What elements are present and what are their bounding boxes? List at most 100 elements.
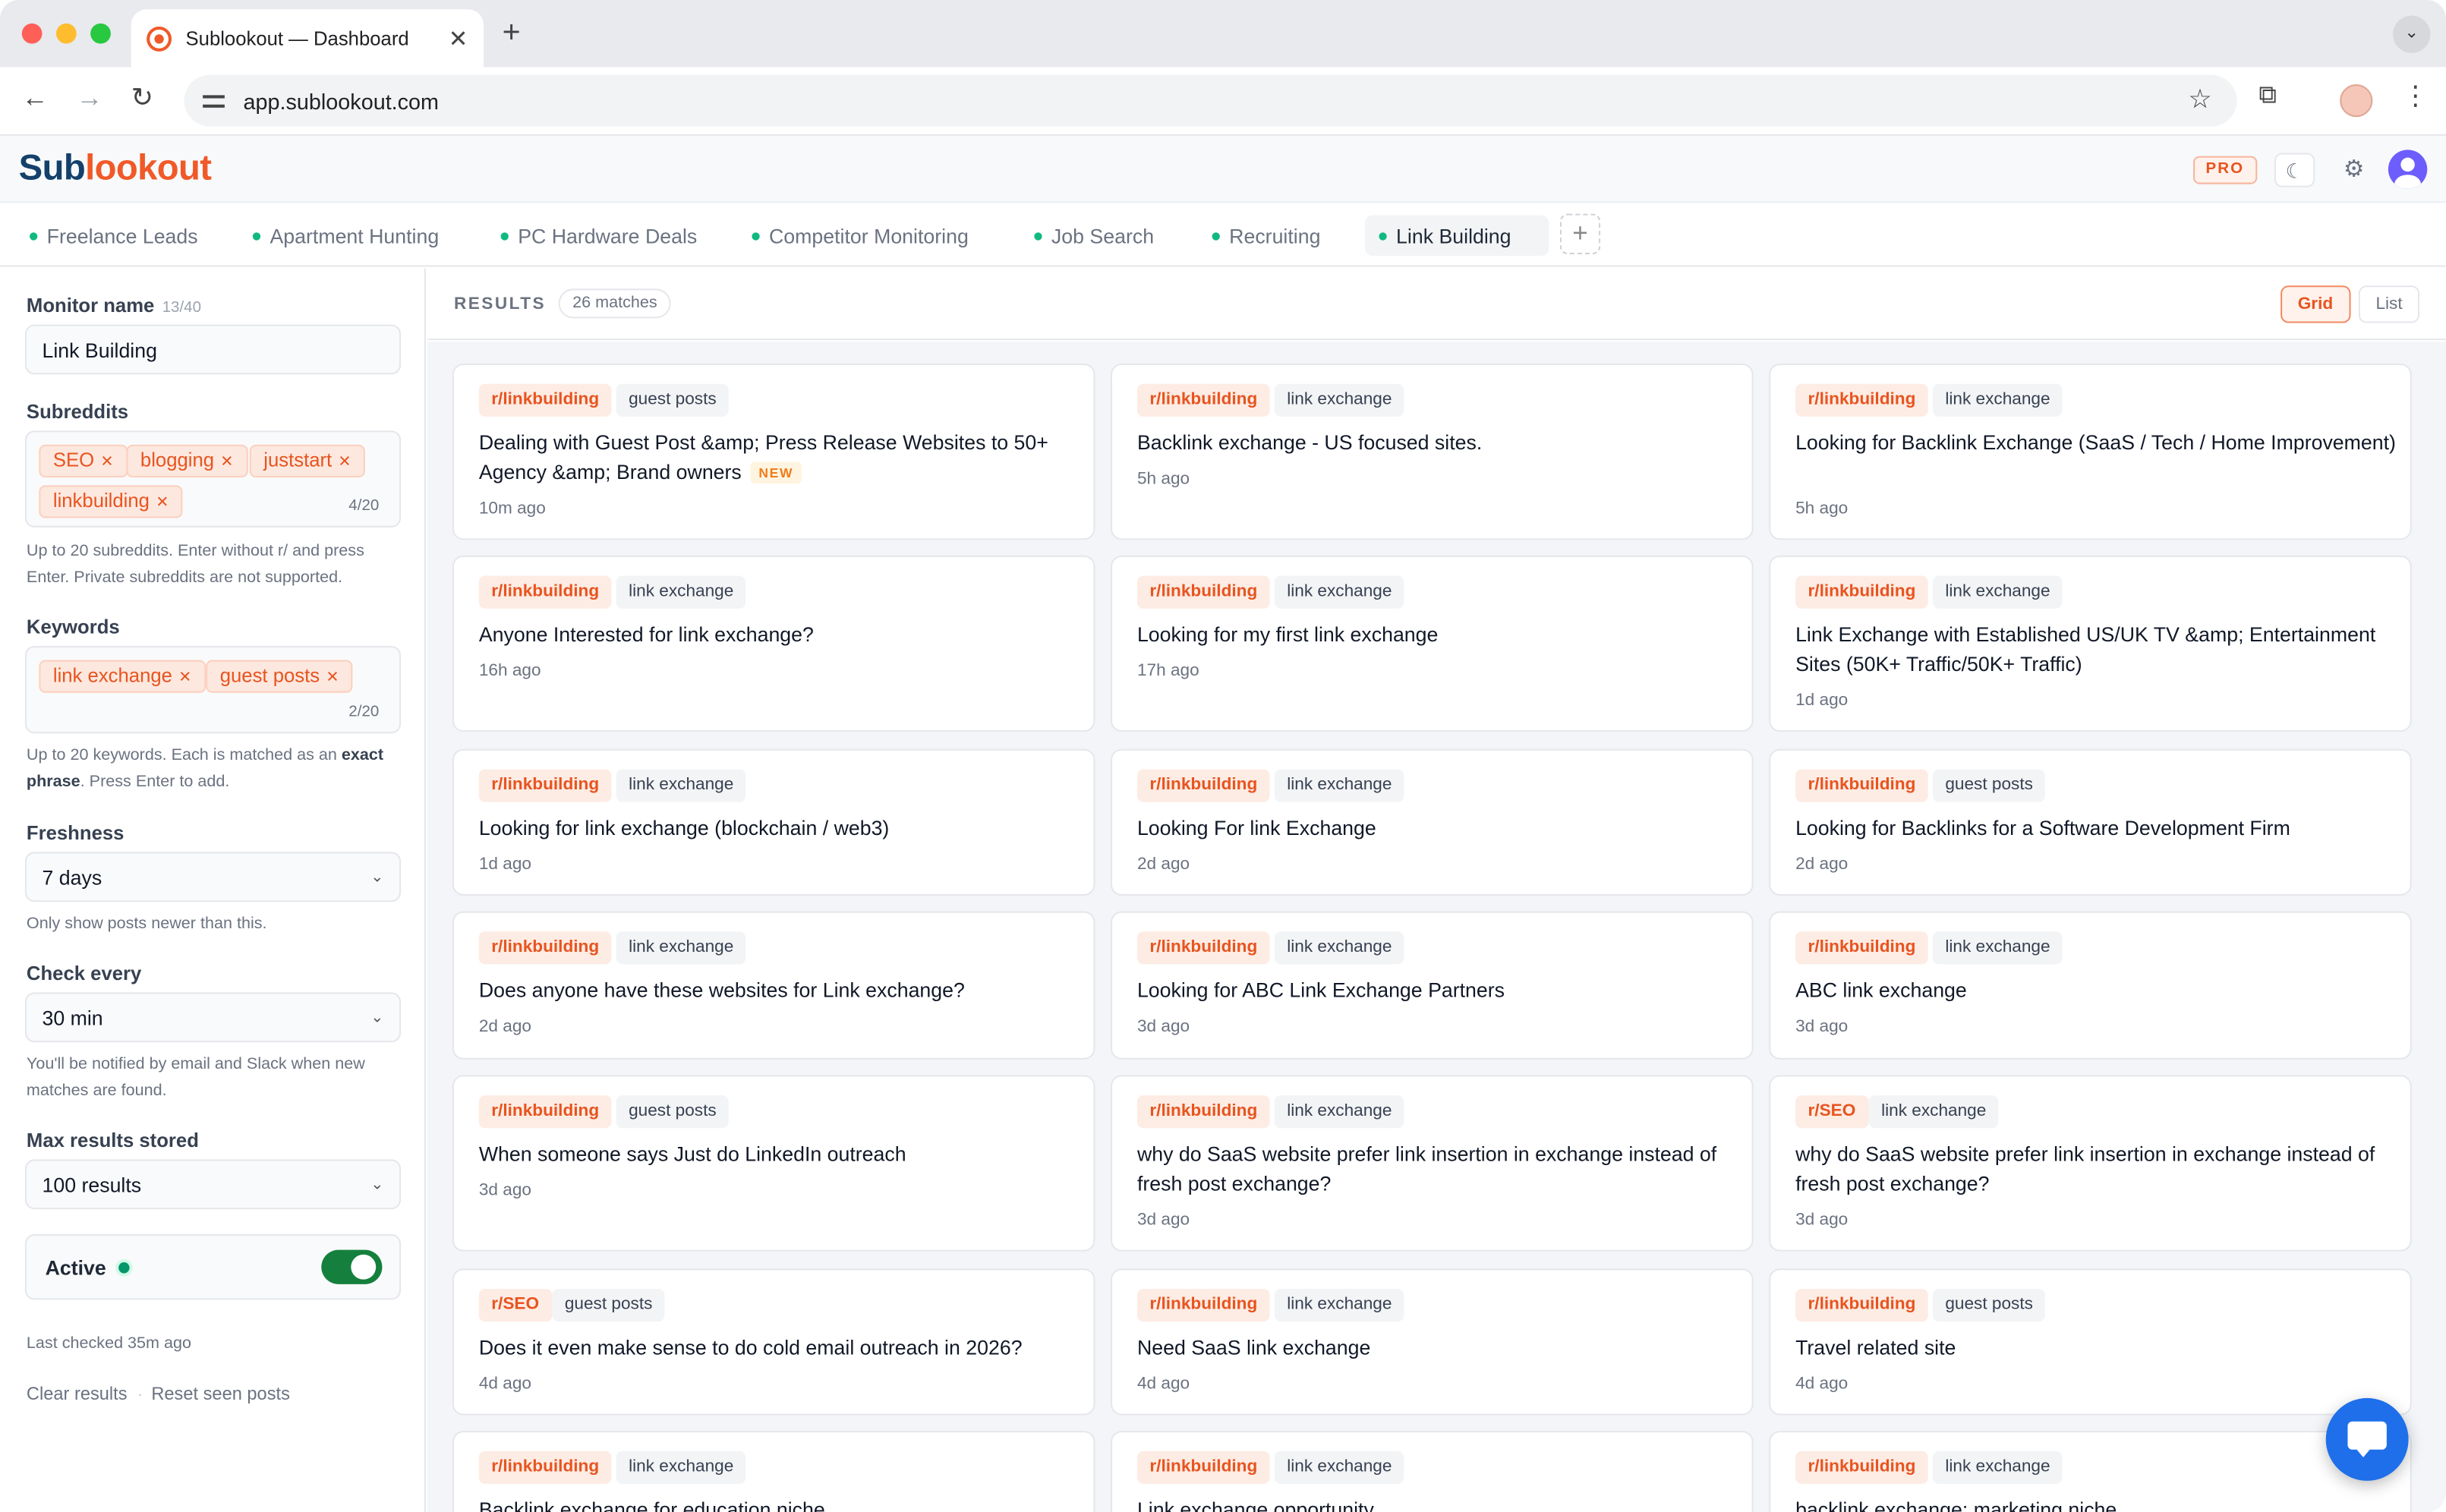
back-button[interactable]: ← <box>22 83 49 114</box>
subreddit-tag[interactable]: r/linkbuilding <box>1136 575 1270 609</box>
result-card[interactable]: r/linkbuilding guest posts Travel related … <box>1769 1268 2412 1416</box>
tab-link-building[interactable]: Link Building <box>1364 215 1549 257</box>
result-card[interactable]: r/linkbuilding link exchange Backlink exch… <box>452 1431 1095 1512</box>
reload-button[interactable]: ↻ <box>131 83 153 114</box>
freshness-select[interactable]: 7 days ⌄ <box>24 852 402 902</box>
bookmark-star-icon[interactable]: ☆ <box>2188 84 2211 115</box>
result-card[interactable]: r/linkbuilding link exchange Anyone Intere… <box>452 555 1095 732</box>
list-view-button[interactable]: List <box>2358 285 2420 323</box>
tab-pc-hardware-deals[interactable]: PC Hardware Deals <box>487 216 711 256</box>
result-card[interactable]: r/linkbuilding link exchange Does anyone h… <box>452 911 1095 1060</box>
minimize-window-button[interactable] <box>55 23 77 44</box>
new-tab-button[interactable]: + <box>503 16 521 52</box>
result-title[interactable]: Looking for link exchange (blockchain / … <box>479 813 1080 843</box>
grid-view-button[interactable]: Grid <box>2281 285 2350 323</box>
theme-toggle-moon-icon[interactable]: ☾ <box>2274 153 2315 187</box>
subreddit-tag[interactable]: r/linkbuilding <box>1795 1289 1928 1322</box>
tab-competitor-monitoring[interactable]: Competitor Monitoring <box>738 216 982 256</box>
result-card[interactable]: r/linkbuilding link exchange Looking for l… <box>452 748 1095 896</box>
result-title[interactable]: Looking for Backlink Exchange (SaaS / Te… <box>1795 427 2396 457</box>
subreddit-tag[interactable]: r/linkbuilding <box>1136 1095 1270 1129</box>
result-title[interactable]: why do SaaS website prefer link insertio… <box>1795 1139 2396 1199</box>
result-title[interactable]: Backlink exchange - US focused sites. <box>1137 427 1738 457</box>
active-toggle[interactable] <box>321 1249 383 1284</box>
subreddit-tag[interactable]: r/linkbuilding <box>1136 931 1270 965</box>
remove-chip-icon[interactable]: ✕ <box>178 669 191 687</box>
tab-apartment-hunting[interactable]: Apartment Hunting <box>238 216 452 256</box>
extensions-icon[interactable]: ⧉ <box>2258 83 2277 111</box>
add-monitor-button[interactable]: + <box>1559 213 1601 255</box>
monitor-name-input[interactable] <box>42 338 384 361</box>
subreddit-tag[interactable]: r/linkbuilding <box>1795 769 1928 802</box>
monitor-name-field[interactable] <box>24 324 402 375</box>
result-card[interactable]: r/linkbuilding link exchange Looking for A… <box>1111 911 1754 1060</box>
result-title[interactable]: Travel related site <box>1795 1333 2396 1362</box>
result-title[interactable]: backlink exchange: marketing niche <box>1795 1495 2396 1512</box>
sublookout-logo[interactable]: Sublookout <box>19 146 212 189</box>
subreddit-tag[interactable]: r/linkbuilding <box>1795 1451 1928 1484</box>
result-title[interactable]: Backlink exchange for education niche <box>479 1495 1080 1512</box>
result-card[interactable]: r/linkbuilding link exchange Looking for B… <box>1769 363 2412 540</box>
remove-chip-icon[interactable]: ✕ <box>220 454 233 471</box>
result-card[interactable]: r/linkbuilding link exchange Backlink exch… <box>1111 363 1754 540</box>
tab-recruiting[interactable]: Recruiting <box>1198 216 1335 256</box>
close-window-button[interactable] <box>21 23 43 44</box>
subreddit-tag[interactable]: r/linkbuilding <box>1795 383 1928 417</box>
keywords-chip-input[interactable]: link exchange ✕ guest posts ✕ 2/20 <box>24 646 402 734</box>
chat-support-button[interactable] <box>2325 1397 2409 1481</box>
result-title[interactable]: why do SaaS website prefer link insertio… <box>1137 1139 1738 1199</box>
result-title[interactable]: Looking for my first link exchange <box>1137 619 1738 649</box>
result-title[interactable]: Does anyone have these websites for Link… <box>479 975 1080 1005</box>
result-title[interactable]: Does it even make sense to do cold email… <box>479 1333 1080 1362</box>
subreddit-tag[interactable]: r/linkbuilding <box>478 575 612 609</box>
subreddit-tag[interactable]: r/SEO <box>1795 1095 1868 1129</box>
address-bar[interactable]: app.sublookout.com ☆ <box>184 74 2237 127</box>
result-title[interactable]: Link Exchange with Established US/UK TV … <box>1795 619 2396 679</box>
tab-search-button[interactable]: ⌄ <box>2393 15 2431 53</box>
remove-chip-icon[interactable]: ✕ <box>100 454 113 471</box>
subreddit-tag[interactable]: r/linkbuilding <box>1136 1451 1270 1484</box>
result-title[interactable]: Looking for ABC Link Exchange Partners <box>1137 975 1738 1005</box>
result-title[interactable]: Link exchange opportunity <box>1137 1495 1738 1512</box>
result-title[interactable]: Looking for Backlinks for a Software Dev… <box>1795 813 2396 843</box>
result-title[interactable]: Anyone Interested for link exchange? <box>479 619 1080 649</box>
result-title[interactable]: When someone says Just do LinkedIn outre… <box>479 1139 1080 1169</box>
result-title[interactable]: Dealing with Guest Post &amp; Press Rele… <box>479 427 1080 487</box>
max-results-select[interactable]: 100 results ⌄ <box>24 1159 402 1210</box>
tab-job-search[interactable]: Job Search <box>1020 216 1168 256</box>
browser-tab-active[interactable]: Sublookout — Dashboard ✕ <box>131 9 484 68</box>
reset-seen-posts-button[interactable]: Reset seen posts <box>151 1385 290 1404</box>
result-card[interactable]: r/linkbuilding guest posts When someone sa… <box>452 1075 1095 1252</box>
remove-chip-icon[interactable]: ✕ <box>326 669 339 687</box>
close-tab-icon[interactable]: ✕ <box>449 24 468 52</box>
result-title[interactable]: Looking For link Exchange <box>1137 813 1738 843</box>
result-card[interactable]: r/linkbuilding link exchange why do SaaS w… <box>1111 1075 1754 1252</box>
remove-chip-icon[interactable]: ✕ <box>338 454 351 471</box>
browser-profile-avatar[interactable] <box>2340 84 2373 118</box>
tab-freelance-leads[interactable]: Freelance Leads <box>16 216 213 256</box>
subreddit-tag[interactable]: r/linkbuilding <box>478 1095 612 1129</box>
result-card[interactable]: r/linkbuilding guest posts Looking for Bac… <box>1769 748 2412 896</box>
subreddit-tag[interactable]: r/linkbuilding <box>478 383 612 417</box>
result-card[interactable]: r/linkbuilding link exchange Looking For l… <box>1111 748 1754 896</box>
browser-menu-icon[interactable]: ⋮ <box>2402 81 2429 112</box>
subreddit-tag[interactable]: r/SEO <box>478 1289 552 1322</box>
result-card[interactable]: r/linkbuilding link exchange backlink exch… <box>1769 1431 2412 1512</box>
subreddit-tag[interactable]: r/linkbuilding <box>1136 1289 1270 1322</box>
result-card[interactable]: r/linkbuilding link exchange ABC link exch… <box>1769 911 2412 1060</box>
check-interval-select[interactable]: 30 min ⌄ <box>24 992 402 1043</box>
result-card[interactable]: r/linkbuilding link exchange Looking for m… <box>1111 555 1754 732</box>
result-title[interactable]: Need SaaS link exchange <box>1137 1333 1738 1362</box>
subreddit-tag[interactable]: r/linkbuilding <box>1136 769 1270 802</box>
subreddits-chip-input[interactable]: SEO ✕ blogging ✕ juststart ✕ linkbuilding ✕ … <box>24 430 402 528</box>
result-card[interactable]: r/linkbuilding guest posts Dealing with Gu… <box>452 363 1095 540</box>
remove-chip-icon[interactable]: ✕ <box>156 495 169 512</box>
site-info-icon[interactable] <box>203 91 225 110</box>
subreddit-tag[interactable]: r/linkbuilding <box>1795 931 1928 965</box>
result-card[interactable]: r/linkbuilding link exchange Link exchange… <box>1111 1431 1754 1512</box>
result-card[interactable]: r/linkbuilding link exchange Need SaaS lin… <box>1111 1268 1754 1416</box>
forward-button[interactable]: → <box>77 83 103 114</box>
maximize-window-button[interactable] <box>90 23 111 44</box>
subreddit-tag[interactable]: r/linkbuilding <box>1795 575 1928 609</box>
subreddit-tag[interactable]: r/linkbuilding <box>478 769 612 802</box>
